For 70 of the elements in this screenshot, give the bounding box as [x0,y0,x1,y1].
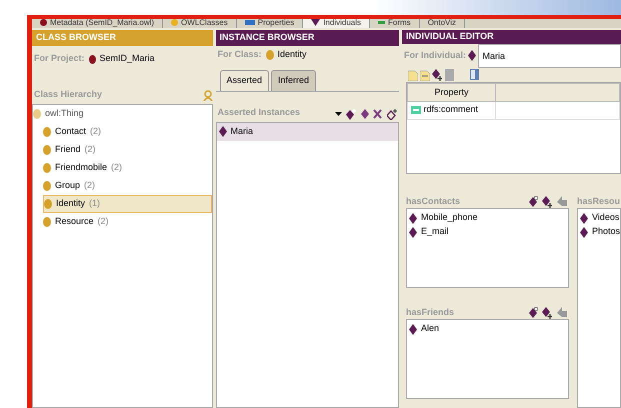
class-name: Identity [278,48,307,62]
value-item[interactable]: Videos [578,211,620,225]
section-title: Class Hierarchy [34,88,102,101]
value-name: Videos [592,211,620,224]
caret-icon [334,112,342,116]
value-name: Photos [592,225,620,238]
tree-item[interactable]: Contact (2) [43,123,212,141]
individual-label: For Individual: [404,48,466,62]
value-name: Mobile_phone [420,211,478,224]
column-header: Property [407,83,496,102]
panel-header: INDIVIDUAL EDITOR [402,30,621,44]
slot-title: hasResou [576,194,620,208]
project-label: For Project: [34,52,85,66]
instance-count: (2) [98,215,109,228]
add-diamond-icon [542,196,552,208]
slot-title: hasFriends [406,306,454,318]
tab[interactable]: Inferred [271,70,316,90]
section-title: Asserted Instances [218,106,300,119]
value-name: Alen [420,322,439,336]
value-item[interactable]: Alen [406,322,568,336]
value-name: E_mail [420,225,448,238]
tree-item[interactable]: Resource (2) [43,213,212,231]
tab[interactable]: Forms [370,19,420,28]
slot-title: hasContacts [406,194,460,208]
class-name: Friendmobile [55,161,108,174]
instance-count: (2) [90,125,102,138]
add-diamond-icon [432,68,442,81]
value-item[interactable]: Mobile_phone [406,211,568,225]
instance-count: (2) [111,161,122,174]
property-name: rdfs:comment [423,102,478,116]
tree-item[interactable]: Identity (1) [43,195,212,213]
class-name: Friend [55,143,81,156]
instance-count: (1) [89,197,100,210]
property-icon [411,106,422,114]
remove-icon [556,307,567,317]
tree-item[interactable]: Friend (2) [43,141,212,159]
value-item[interactable]: Photos [578,225,620,239]
rectangle-icon [244,20,255,24]
tab[interactable]: Asserted [220,70,270,90]
class-icon [266,50,274,60]
class-name: Contact [55,125,86,138]
rectangle-icon [378,20,386,24]
class-name: Identity [56,197,86,210]
instance-name: Maria [230,124,254,138]
panel-header: INSTANCE BROWSER [216,30,399,46]
new-note-icon [408,68,418,81]
instance-count: (2) [84,179,96,192]
new-note-icon [420,68,430,81]
remove-icon [556,196,567,206]
add-diamond-icon [346,108,356,120]
circle-icon [88,54,96,64]
diamond-outline-icon [386,108,397,120]
tree-item[interactable]: owl:Thing [33,105,212,123]
instance-count: (2) [84,143,96,156]
tree-item[interactable]: Friendmobile (2) [43,159,212,177]
tree-item[interactable]: Group (2) [43,177,212,195]
tab[interactable]: OntoViz [420,19,465,28]
instance-item[interactable]: Maria [216,122,398,140]
panel-header: CLASS BROWSER [32,30,212,46]
tab[interactable]: Individuals [303,19,370,28]
project-name: SemID_Maria [100,52,155,66]
panel-icon [470,69,480,80]
add-diamond-icon [542,307,552,319]
value-item[interactable]: E_mail [406,225,568,239]
class-name: Group [55,179,80,192]
tab[interactable]: OWLClasses [163,19,237,28]
class-label: For Class: [218,48,262,62]
tab[interactable]: Metadata (SemID_Maria.owl) [32,19,164,28]
individual-field[interactable]: Maria [478,44,621,68]
class-name: Resource [55,215,94,228]
